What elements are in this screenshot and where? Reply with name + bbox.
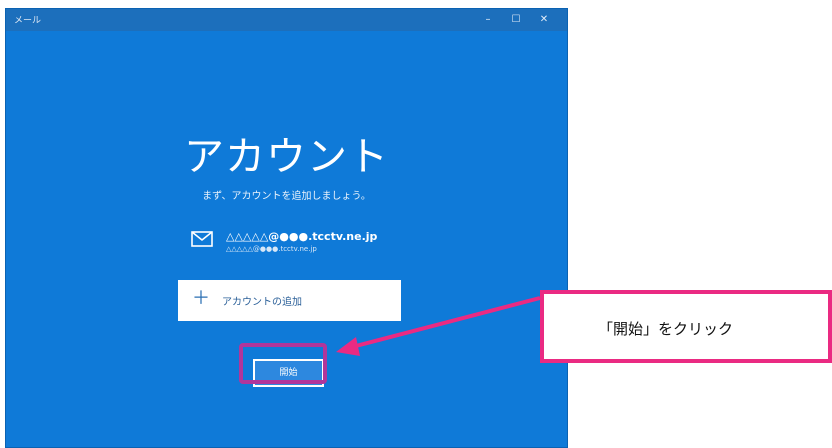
instruction-callout: 「開始」をクリック [540,290,832,363]
screenshot-stage: メール – ☐ ✕ アカウント まず、アカウントを追加しましょう。 △△△△△@… [0,0,832,448]
callout-arrow-icon [336,296,541,356]
callout-text: 「開始」をクリック [598,320,734,338]
